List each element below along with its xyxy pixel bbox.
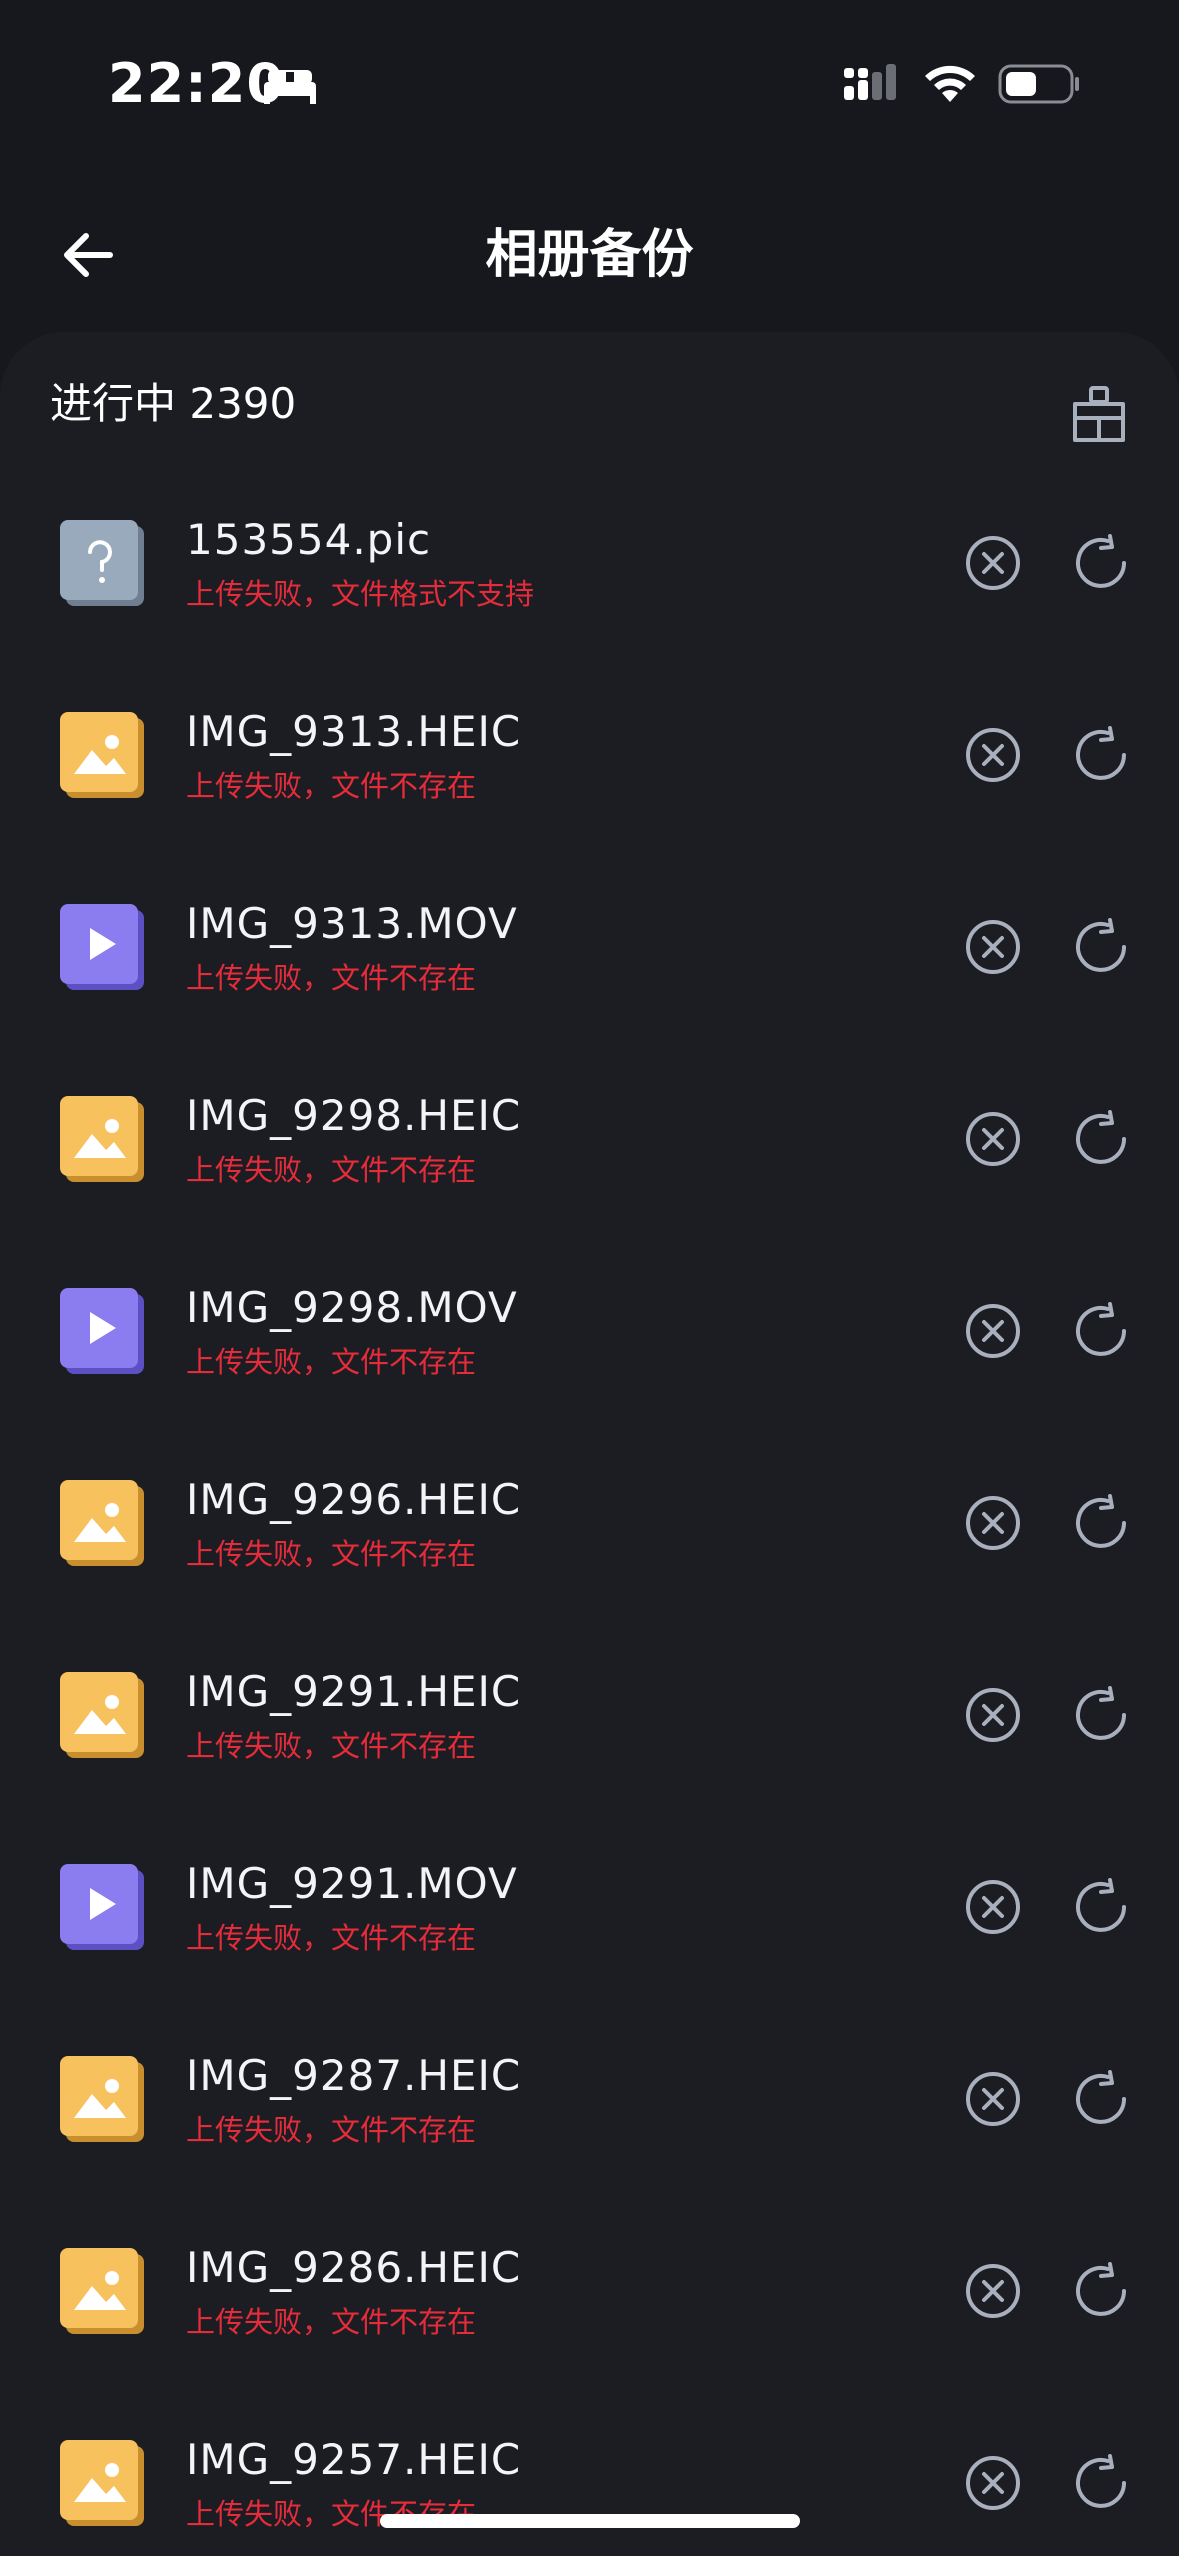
cancel-icon[interactable] — [964, 918, 1022, 976]
retry-icon[interactable] — [1072, 1878, 1130, 1936]
retry-icon[interactable] — [1072, 1302, 1130, 1360]
cancel-icon[interactable] — [964, 726, 1022, 784]
status-time: 22:20 — [108, 52, 285, 115]
file-name: IMG_9291.MOV — [186, 1859, 518, 1908]
video-file-icon — [60, 902, 144, 992]
list-item[interactable]: IMG_9313.MOV 上传失败，文件不存在 — [0, 852, 1179, 1044]
image-file-icon — [60, 2246, 144, 2336]
retry-icon[interactable] — [1072, 2262, 1130, 2320]
file-name: IMG_9298.HEIC — [186, 1091, 522, 1140]
upload-status: 上传失败，文件格式不支持 — [186, 577, 535, 611]
file-name: IMG_9298.MOV — [186, 1283, 518, 1332]
list-item[interactable]: IMG_9291.HEIC 上传失败，文件不存在 — [0, 1620, 1179, 1812]
cancel-icon[interactable] — [964, 1494, 1022, 1552]
retry-icon[interactable] — [1072, 1110, 1130, 1168]
list-item[interactable]: IMG_9286.HEIC 上传失败，文件不存在 — [0, 2196, 1179, 2388]
file-name: IMG_9313.MOV — [186, 899, 518, 948]
image-file-icon — [60, 2054, 144, 2144]
cancel-icon[interactable] — [964, 2070, 1022, 2128]
page-title: 相册备份 — [485, 225, 694, 285]
image-file-icon — [60, 1094, 144, 1184]
upload-status: 上传失败，文件不存在 — [186, 1921, 477, 1955]
battery-icon — [998, 64, 1079, 104]
list-item[interactable]: IMG_9296.HEIC 上传失败，文件不存在 — [0, 1428, 1179, 1620]
upload-status: 上传失败，文件不存在 — [186, 1729, 477, 1763]
upload-status: 上传失败，文件不存在 — [186, 961, 477, 995]
file-name: IMG_9287.HEIC — [186, 2051, 522, 2100]
backup-panel: 进行中 2390 153554.pic 上传失败，文件格式不支持 IMG_931… — [0, 332, 1179, 2556]
cancel-icon[interactable] — [964, 1302, 1022, 1360]
cancel-icon[interactable] — [964, 1878, 1022, 1936]
retry-icon[interactable] — [1072, 726, 1130, 784]
nav-bar: 相册备份 — [0, 190, 1179, 320]
upload-status: 上传失败，文件不存在 — [186, 2305, 477, 2339]
file-name: IMG_9291.HEIC — [186, 1667, 522, 1716]
upload-status: 上传失败，文件不存在 — [186, 1153, 477, 1187]
retry-icon[interactable] — [1072, 534, 1130, 592]
unknown-file-icon — [60, 518, 144, 608]
cancel-icon[interactable] — [964, 1110, 1022, 1168]
list-item[interactable]: IMG_9291.MOV 上传失败，文件不存在 — [0, 1812, 1179, 2004]
list-item[interactable]: IMG_9298.MOV 上传失败，文件不存在 — [0, 1236, 1179, 1428]
list-item[interactable]: IMG_9298.HEIC 上传失败，文件不存在 — [0, 1044, 1179, 1236]
bed-icon — [264, 70, 316, 104]
file-name: 153554.pic — [186, 515, 432, 564]
retry-icon[interactable] — [1072, 2454, 1130, 2512]
retry-icon[interactable] — [1072, 1494, 1130, 1552]
video-file-icon — [60, 1286, 144, 1376]
file-name: IMG_9313.HEIC — [186, 707, 522, 756]
home-indicator — [380, 2514, 800, 2528]
cancel-icon[interactable] — [964, 2262, 1022, 2320]
in-progress-count: 进行中 2390 — [50, 379, 297, 428]
video-file-icon — [60, 1862, 144, 1952]
upload-status: 上传失败，文件不存在 — [186, 1537, 477, 1571]
file-name: IMG_9257.HEIC — [186, 2435, 522, 2484]
file-list: 153554.pic 上传失败，文件格式不支持 IMG_9313.HEIC 上传… — [0, 468, 1179, 2556]
file-name: IMG_9286.HEIC — [186, 2243, 522, 2292]
upload-status: 上传失败，文件不存在 — [186, 1345, 477, 1379]
list-item[interactable]: IMG_9313.HEIC 上传失败，文件不存在 — [0, 660, 1179, 852]
image-file-icon — [60, 710, 144, 800]
image-file-icon — [60, 1670, 144, 1760]
list-item[interactable]: 153554.pic 上传失败，文件格式不支持 — [0, 468, 1179, 660]
cellular-signal-icon — [844, 64, 896, 100]
retry-icon[interactable] — [1072, 1686, 1130, 1744]
status-bar: 22:20 — [0, 0, 1179, 170]
image-file-icon — [60, 2438, 144, 2528]
image-file-icon — [60, 1478, 144, 1568]
wifi-icon — [925, 65, 975, 102]
retry-icon[interactable] — [1072, 2070, 1130, 2128]
upload-status: 上传失败，文件不存在 — [186, 769, 477, 803]
list-item[interactable]: IMG_9287.HEIC 上传失败，文件不存在 — [0, 2004, 1179, 2196]
cancel-icon[interactable] — [964, 1686, 1022, 1744]
cancel-icon[interactable] — [964, 2454, 1022, 2512]
cancel-icon[interactable] — [964, 534, 1022, 592]
broom-icon[interactable] — [1069, 384, 1129, 444]
file-name: IMG_9296.HEIC — [186, 1475, 522, 1524]
upload-status: 上传失败，文件不存在 — [186, 2113, 477, 2147]
list-item[interactable]: IMG_9257.HEIC 上传失败，文件不存在 — [0, 2388, 1179, 2556]
retry-icon[interactable] — [1072, 918, 1130, 976]
